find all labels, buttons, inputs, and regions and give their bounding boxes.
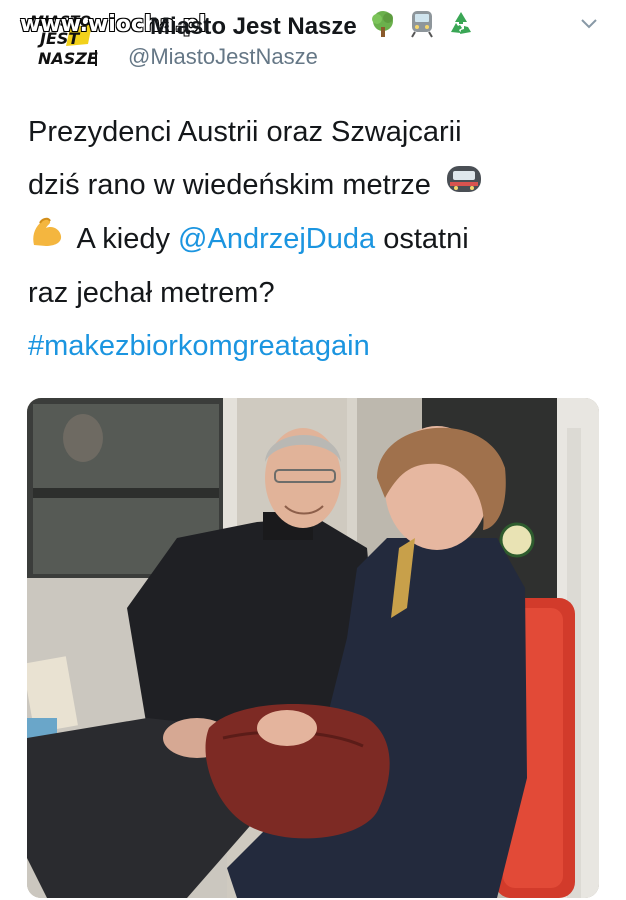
tweet-line-3-suffix: ostatni [375,222,469,255]
metro-icon [445,160,483,213]
hashtag-link[interactable]: #makezbiorkomgreatagain [28,320,608,373]
tweet-line-3-prefix: A kiedy [76,222,179,255]
tweet-line-4: raz jechał metrem? [28,276,275,309]
mention-link[interactable]: @AndrzejDuda [178,223,375,255]
tweet-line-2-text: dziś rano w wiedeńskim metrze [28,169,431,201]
tweet-text: Prezydenci Austrii oraz Szwajcarii dziś … [28,106,608,373]
account-handle[interactable]: @MiastoJestNasze [128,44,318,70]
tweet-line-1: Prezydenci Austrii oraz Szwajcarii [28,116,462,148]
train-icon [410,10,434,45]
metro-photo [27,398,599,898]
recycle-icon [447,10,475,45]
svg-text:NASZE: NASZE [38,49,98,68]
tweet-line-2: dziś rano w wiedeńskim metrze [28,159,608,213]
display-name-text: Miasto Jest Nasze [150,12,357,40]
flexed-bicep-icon [28,214,66,267]
tweet-line-3: A kiedy @AndrzejDuda ostatni [28,213,608,267]
display-name[interactable]: Miasto Jest Nasze [150,10,475,45]
tweet-media-photo[interactable] [27,398,599,898]
chevron-down-icon[interactable] [580,14,598,32]
tree-icon [369,10,397,45]
tweet-header: MIASTO JEST NASZE www.wiocha.pl Miasto J… [0,0,626,90]
